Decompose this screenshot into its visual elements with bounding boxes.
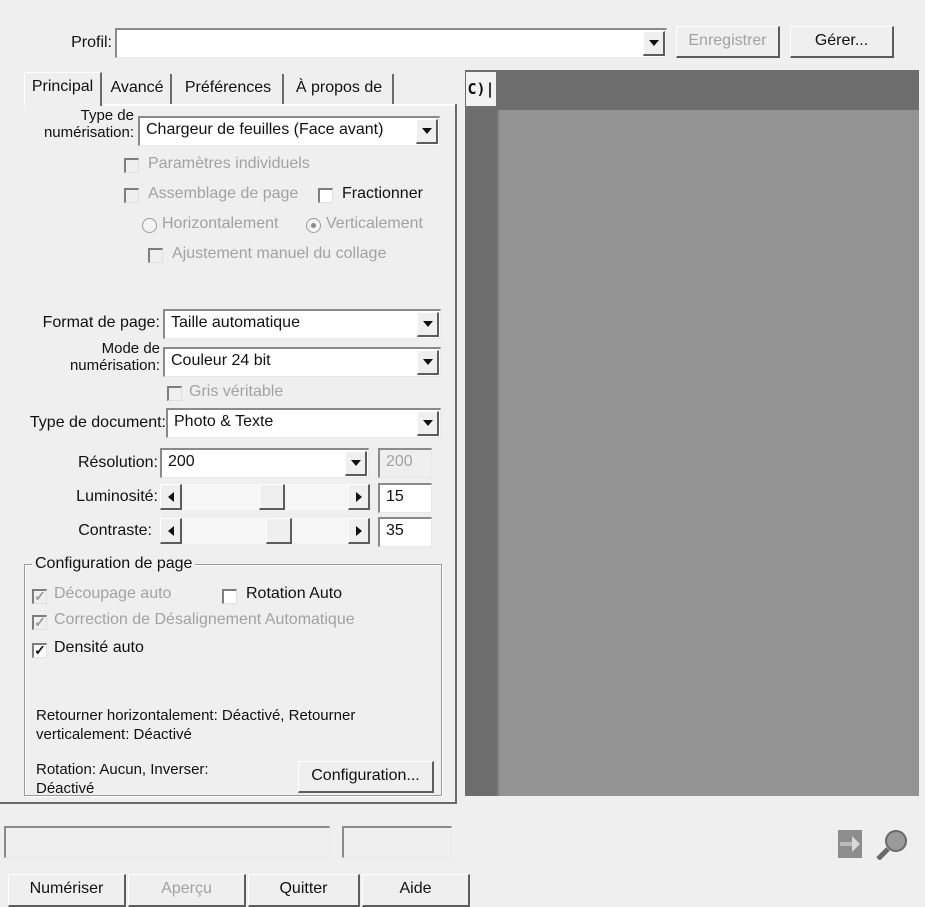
arrow-left-icon (167, 491, 174, 502)
auto-rotate-label: Rotation Auto (246, 585, 343, 602)
preview-left-ruler (465, 70, 497, 796)
chevron-down-icon (422, 420, 433, 426)
auto-crop-checkbox[interactable]: ✓ (32, 589, 47, 604)
brightness-decrease-button[interactable] (160, 484, 182, 510)
export-icon[interactable] (836, 828, 866, 860)
resolution-value: 200 (168, 453, 195, 470)
page-format-value: Taille automatique (171, 314, 300, 331)
chevron-down-icon (422, 321, 433, 327)
document-type-value: Photo & Texte (174, 413, 274, 430)
arrow-right-icon (355, 491, 362, 502)
resolution-label: Résolution: (77, 454, 158, 471)
manual-adjust-label: Ajustement manuel du collage (172, 245, 387, 262)
manual-adjust-checkbox[interactable] (148, 248, 163, 263)
auto-rotate-checkbox[interactable] (222, 589, 237, 604)
document-type-label: Type de document: (29, 414, 166, 431)
resolution-custom-input[interactable]: 200 (378, 448, 432, 478)
preview-button[interactable]: Aperçu (128, 874, 246, 907)
vertical-radio[interactable] (306, 218, 321, 233)
configuration-button[interactable]: Configuration... (298, 761, 434, 793)
contrast-slider[interactable] (160, 518, 370, 546)
help-button[interactable]: Aide (362, 874, 470, 907)
zoom-icon[interactable] (874, 828, 910, 861)
status-field-secondary (342, 826, 452, 858)
page-assembly-label: Assemblage de page (148, 185, 299, 202)
chevron-down-icon (421, 128, 432, 134)
save-profile-button[interactable]: Enregistrer (676, 26, 780, 58)
vertical-label: Verticalement (326, 215, 423, 232)
flip-status-text: Retourner horizontalement: Déactivé, Ret… (36, 707, 356, 743)
scan-mode-label: Mode de numérisation: (69, 340, 160, 374)
horizontal-label: Horizontalement (162, 215, 279, 232)
brightness-thumb[interactable] (259, 484, 285, 510)
manage-profiles-button[interactable]: Gérer... (790, 26, 894, 58)
horizontal-radio[interactable] (142, 218, 157, 233)
tab-advanced[interactable]: Avancé (104, 74, 172, 104)
resolution-select[interactable]: 200 (160, 448, 369, 478)
true-gray-label: Gris véritable (189, 383, 284, 400)
unit-icon[interactable]: C)| (466, 72, 496, 106)
profile-dropdown-button[interactable] (643, 31, 665, 56)
status-field-main (4, 826, 330, 858)
page-format-select[interactable]: Taille automatique (163, 309, 441, 339)
rotation-status-text: Rotation: Aucun, Inverser: Déactivé (36, 761, 209, 797)
tab-about[interactable]: À propos de (286, 74, 394, 104)
scan-type-select[interactable]: Chargeur de feuilles (Face avant) (138, 116, 440, 146)
quit-button[interactable]: Quitter (248, 874, 360, 907)
chevron-down-icon (648, 40, 659, 46)
tab-principal[interactable]: Principal (24, 72, 102, 106)
scan-type-value: Chargeur de feuilles (Face avant) (146, 121, 384, 138)
auto-deskew-label: Correction de Désalignement Automatique (54, 611, 355, 628)
scan-button[interactable]: Numériser (8, 874, 126, 907)
page-format-dropdown-button[interactable] (417, 312, 439, 337)
contrast-value-input[interactable]: 35 (378, 517, 432, 547)
resolution-dropdown-button[interactable] (345, 451, 367, 476)
scan-mode-dropdown-button[interactable] (417, 350, 439, 375)
split-checkbox[interactable] (318, 188, 333, 203)
auto-deskew-checkbox[interactable]: ✓ (32, 615, 47, 630)
contrast-increase-button[interactable] (348, 518, 370, 544)
brightness-increase-button[interactable] (348, 484, 370, 510)
brightness-slider[interactable] (160, 484, 370, 512)
tab-preferences[interactable]: Préférences (174, 74, 284, 104)
contrast-decrease-button[interactable] (160, 518, 182, 544)
brightness-label: Luminosité: (76, 488, 158, 505)
profile-label: Profil: (71, 34, 112, 51)
scan-type-dropdown-button[interactable] (416, 119, 438, 144)
scan-mode-select[interactable]: Couleur 24 bit (163, 347, 441, 377)
auto-density-label: Densité auto (54, 639, 144, 656)
arrow-right-icon (355, 525, 362, 536)
page-config-title: Configuration de page (32, 555, 196, 573)
auto-density-checkbox[interactable]: ✓ (32, 643, 47, 658)
page-assembly-checkbox[interactable] (124, 188, 139, 203)
scan-mode-value: Couleur 24 bit (171, 352, 271, 369)
chevron-down-icon (350, 460, 361, 466)
tab-panel-bottom-border (0, 802, 457, 804)
document-type-select[interactable]: Photo & Texte (166, 408, 441, 438)
document-type-dropdown-button[interactable] (417, 411, 439, 436)
contrast-label: Contraste: (78, 522, 152, 539)
profile-select[interactable] (115, 28, 667, 58)
split-label: Fractionner (342, 185, 423, 202)
arrow-left-icon (167, 525, 174, 536)
auto-crop-label: Découpage auto (54, 585, 172, 602)
tab-panel-right-border (455, 104, 457, 804)
contrast-thumb[interactable] (266, 518, 292, 544)
brightness-value-input[interactable]: 15 (378, 483, 432, 513)
true-gray-checkbox[interactable] (167, 386, 182, 401)
individual-params-checkbox[interactable] (124, 158, 139, 173)
contrast-track[interactable] (182, 518, 348, 544)
preview-canvas[interactable] (497, 110, 919, 796)
preview-top-ruler (465, 70, 919, 110)
individual-params-label: Paramètres individuels (148, 155, 310, 172)
chevron-down-icon (422, 359, 433, 365)
scan-type-label: Type de numérisation: (43, 107, 134, 141)
page-format-label: Format de page: (42, 314, 160, 331)
